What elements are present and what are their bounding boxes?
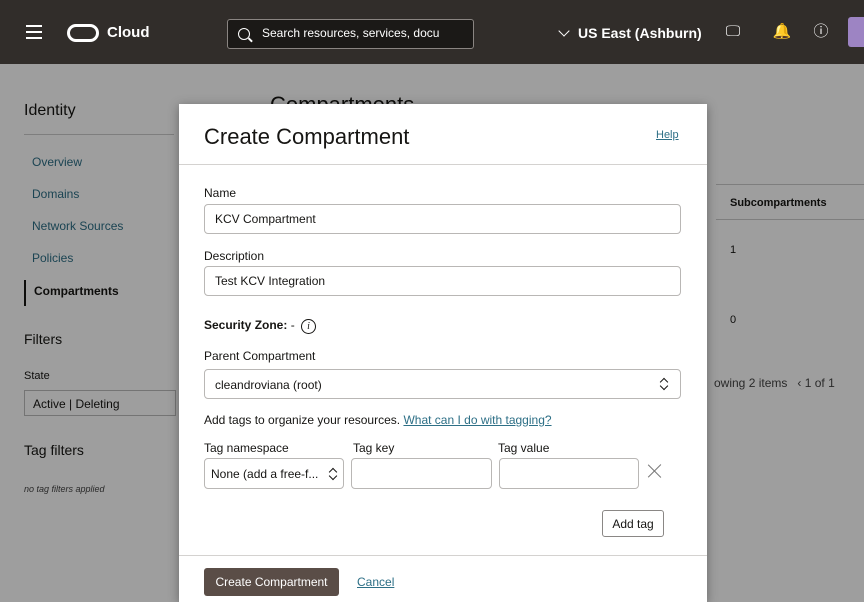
tag-namespace-label: Tag namespace: [204, 441, 289, 455]
security-zone-value: -: [290, 318, 295, 332]
description-label: Description: [204, 249, 265, 263]
tag-value-label: Tag value: [498, 441, 550, 455]
chevron-down-icon: [558, 25, 570, 37]
oracle-logo-icon[interactable]: [67, 24, 99, 42]
parent-compartment-label: Parent Compartment: [204, 349, 316, 363]
security-zone-label: Security Zone:: [204, 318, 288, 332]
name-label: Name: [204, 186, 237, 200]
tags-help-text: Add tags to organize your resources. Wha…: [204, 413, 552, 427]
close-icon[interactable]: [646, 462, 664, 480]
top-navigation-bar: Cloud US East (Ashburn) 🖵 🔔 ⓘ: [0, 0, 864, 64]
description-field[interactable]: [204, 266, 681, 296]
select-arrows-icon: [660, 378, 668, 390]
avatar[interactable]: [848, 17, 864, 47]
parent-compartment-value: cleandroviana (root): [215, 378, 322, 392]
search-icon: [238, 28, 250, 40]
bell-icon[interactable]: 🔔: [772, 22, 792, 42]
tag-key-label: Tag key: [353, 441, 395, 455]
help-link[interactable]: Help: [656, 129, 679, 141]
tag-value-input[interactable]: [499, 458, 639, 489]
dialog-title: Create Compartment: [204, 124, 410, 149]
create-compartment-dialog: Create Compartment Help Name Description…: [179, 104, 707, 602]
add-tag-button[interactable]: Add tag: [602, 510, 664, 537]
search-box[interactable]: [227, 19, 474, 49]
cloud-shell-icon[interactable]: 🖵: [723, 22, 743, 42]
tagging-help-link[interactable]: What can I do with tagging?: [403, 413, 551, 427]
help-icon[interactable]: ⓘ: [811, 22, 831, 42]
dialog-header: Create Compartment Help: [179, 104, 707, 165]
name-field[interactable]: [204, 204, 681, 234]
cancel-link[interactable]: Cancel: [357, 575, 394, 589]
search-input[interactable]: [262, 26, 467, 40]
security-zone: Security Zone: - i: [204, 318, 317, 334]
info-icon[interactable]: i: [301, 319, 317, 334]
menu-icon[interactable]: [26, 25, 42, 39]
brand-label[interactable]: Cloud: [107, 24, 150, 41]
tags-text: Add tags to organize your resources.: [204, 413, 401, 427]
region-label: US East (Ashburn): [578, 25, 702, 41]
tag-namespace-select[interactable]: None (add a free-f...: [204, 458, 344, 489]
region-selector[interactable]: US East (Ashburn): [558, 25, 702, 41]
select-arrows-icon: [329, 468, 337, 480]
tag-key-input[interactable]: [351, 458, 492, 489]
dialog-footer: Create Compartment Cancel: [179, 555, 707, 602]
parent-compartment-select[interactable]: cleandroviana (root): [204, 369, 681, 399]
tag-namespace-value: None (add a free-f...: [211, 467, 319, 481]
create-compartment-button[interactable]: Create Compartment: [204, 568, 339, 596]
